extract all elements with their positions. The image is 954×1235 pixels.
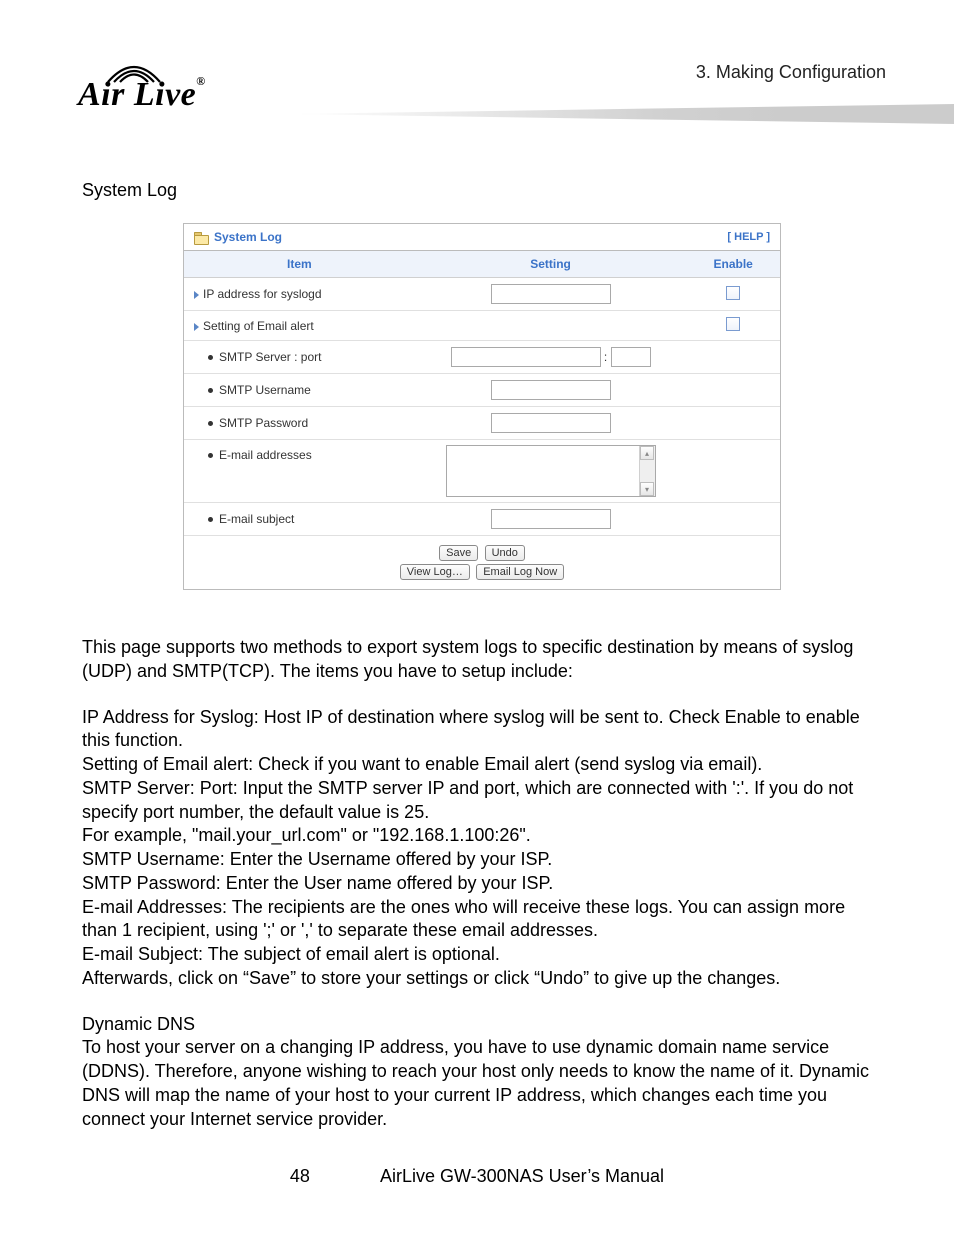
- system-log-panel: System Log [ HELP ] Item Setting Enable …: [183, 223, 781, 590]
- row-smtp-server-label: SMTP Server : port: [219, 350, 321, 364]
- row-email-alert-label: Setting of Email alert: [203, 319, 314, 333]
- textarea-scrollbar[interactable]: ▴ ▾: [639, 446, 655, 496]
- row-smtp-username-label: SMTP Username: [219, 383, 311, 397]
- email-subject-input[interactable]: [491, 509, 611, 529]
- help-link[interactable]: [ HELP ]: [727, 231, 770, 243]
- view-log-button[interactable]: View Log…: [400, 564, 470, 580]
- body-copy: This page supports two methods to export…: [82, 636, 882, 1131]
- caret-icon: [194, 323, 199, 331]
- col-header-enable: Enable: [686, 251, 780, 278]
- section-heading: System Log: [82, 180, 882, 201]
- smtp-password-input[interactable]: [491, 413, 611, 433]
- email-log-now-button[interactable]: Email Log Now: [476, 564, 564, 580]
- bullet-icon: [208, 453, 213, 458]
- undo-button[interactable]: Undo: [485, 545, 525, 561]
- row-smtp-password-label: SMTP Password: [219, 416, 308, 430]
- chapter-title: 3. Making Configuration: [696, 62, 886, 83]
- bullet-icon: [208, 421, 213, 426]
- row-ip-syslogd-label: IP address for syslogd: [203, 287, 322, 301]
- body-line: Afterwards, click on “Save” to store you…: [82, 967, 882, 991]
- smtp-port-separator: :: [604, 350, 607, 364]
- intro-paragraph: This page supports two methods to export…: [82, 636, 882, 684]
- doc-title: AirLive GW-300NAS User’s Manual: [380, 1166, 664, 1187]
- body-line: Setting of Email alert: Check if you wan…: [82, 753, 882, 777]
- smtp-username-input[interactable]: [491, 380, 611, 400]
- panel-title: System Log: [214, 230, 282, 244]
- save-button[interactable]: Save: [439, 545, 478, 561]
- body-line: For example, "mail.your_url.com" or "192…: [82, 824, 882, 848]
- smtp-server-input[interactable]: [451, 347, 601, 367]
- email-addresses-textarea[interactable]: ▴ ▾: [446, 445, 656, 497]
- header-divider: [290, 104, 954, 124]
- brand-logo: Air Live®: [76, 58, 296, 96]
- ip-syslogd-enable-checkbox[interactable]: [726, 286, 740, 300]
- ddns-heading: Dynamic DNS: [82, 1013, 882, 1037]
- body-line: IP Address for Syslog: Host IP of destin…: [82, 706, 882, 754]
- logo-text: Air Live®: [78, 76, 206, 113]
- folder-icon: [194, 232, 208, 243]
- col-header-item: Item: [184, 251, 415, 278]
- body-line: SMTP Username: Enter the Username offere…: [82, 848, 882, 872]
- body-line: E-mail Subject: The subject of email ale…: [82, 943, 882, 967]
- ddns-body: To host your server on a changing IP add…: [82, 1036, 882, 1131]
- ip-syslogd-input[interactable]: [491, 284, 611, 304]
- smtp-port-input[interactable]: [611, 347, 651, 367]
- caret-icon: [194, 291, 199, 299]
- body-line: SMTP Password: Enter the User name offer…: [82, 872, 882, 896]
- body-line: E-mail Addresses: The recipients are the…: [82, 896, 882, 944]
- page-footer: 48 AirLive GW-300NAS User’s Manual: [0, 1166, 954, 1187]
- scroll-up-icon[interactable]: ▴: [640, 446, 654, 460]
- page-header: Air Live® 3. Making Configuration: [0, 0, 954, 150]
- email-alert-enable-checkbox[interactable]: [726, 317, 740, 331]
- bullet-icon: [208, 517, 213, 522]
- row-email-subject-label: E-mail subject: [219, 512, 294, 526]
- bullet-icon: [208, 388, 213, 393]
- body-line: SMTP Server: Port: Input the SMTP server…: [82, 777, 882, 825]
- bullet-icon: [208, 355, 213, 360]
- col-header-setting: Setting: [415, 251, 687, 278]
- scroll-down-icon[interactable]: ▾: [640, 482, 654, 496]
- row-email-addresses-label: E-mail addresses: [219, 448, 312, 462]
- page-number: 48: [290, 1166, 310, 1187]
